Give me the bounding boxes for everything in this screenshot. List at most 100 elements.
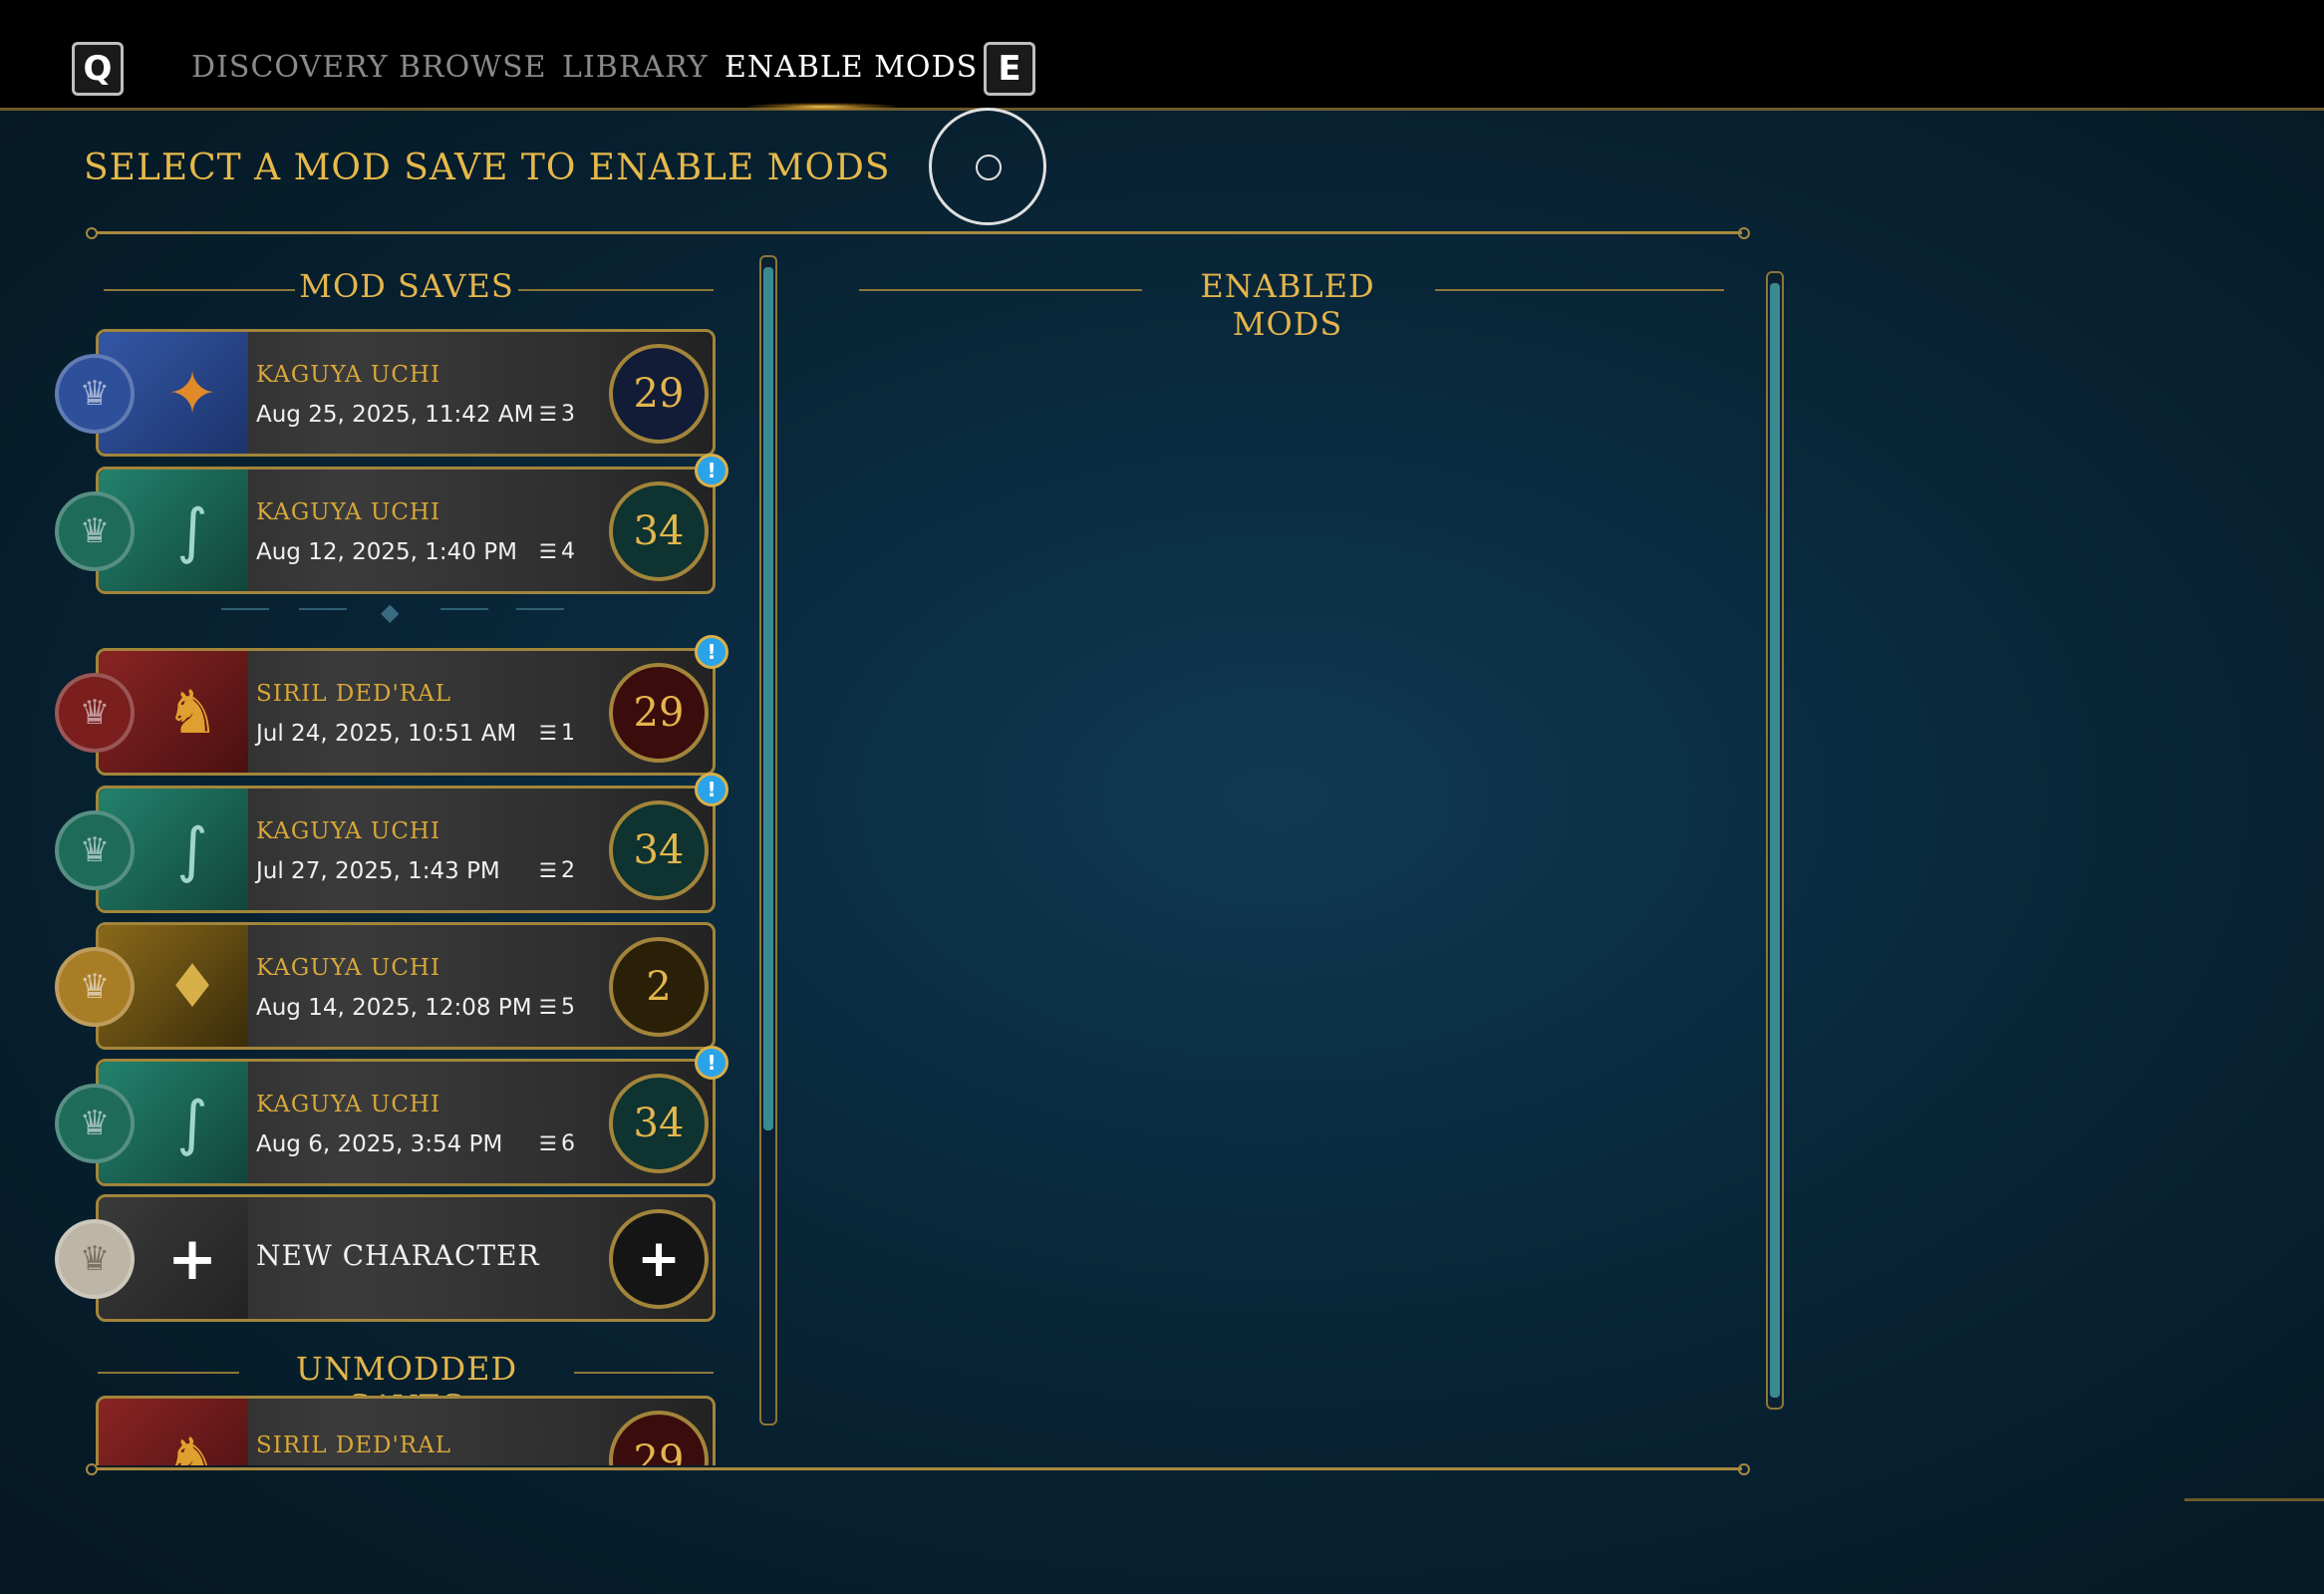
mod-save-card[interactable]: ♛ ♞ SIRIL DED'RAL Jul 24, 2025, 10:51 AM…: [55, 635, 728, 776]
character-level: 29: [609, 1411, 709, 1465]
hufflepuff-crest-icon: ♦: [165, 952, 219, 1022]
slytherin-crest-icon: ∫: [176, 496, 208, 566]
mod-count-value: 5: [560, 995, 575, 1020]
character-name: KAGUYA UCHI: [256, 499, 441, 525]
tab-browse[interactable]: BROWSE: [399, 50, 547, 85]
mod-save-card[interactable]: ♛ ∫ KAGUYA UCHI Aug 6, 2025, 3:54 PM ☰ 6 …: [55, 1046, 728, 1186]
character-level: 29: [609, 663, 709, 763]
unmodded-saves-list: ♞ SIRIL DED'RAL 29: [0, 1396, 757, 1465]
mod-save-card[interactable]: ♛ ✦ KAGUYA UCHI Aug 25, 2025, 11:42 AM ☰…: [55, 329, 716, 457]
gryffindor-crest-icon: ♞: [165, 1426, 219, 1465]
scrollbar-thumb[interactable]: [1770, 283, 1780, 1398]
save-date: Aug 14, 2025, 12:08 PM: [256, 995, 532, 1021]
character-name: KAGUYA UCHI: [256, 955, 441, 981]
mod-count-value: 3: [560, 402, 575, 427]
gryffindor-crest-icon: ♞: [165, 678, 219, 748]
heading-deco-line: [104, 289, 295, 291]
list-icon: ☰: [539, 858, 557, 882]
house-medal-icon: ♛: [55, 491, 135, 571]
mod-count: ☰ 3: [539, 402, 575, 427]
house-medal-icon: ♛: [55, 354, 135, 434]
house-medal-icon: ♛: [55, 673, 135, 753]
heading-deco-line: [518, 289, 714, 291]
character-level: 2: [609, 937, 709, 1037]
plus-icon: +: [609, 1209, 709, 1309]
mod-save-card[interactable]: ♛ ∫ KAGUYA UCHI Aug 12, 2025, 1:40 PM ☰ 4…: [55, 454, 728, 594]
list-icon: ☰: [539, 995, 557, 1019]
page-title: SELECT A MOD SAVE TO ENABLE MODS: [84, 148, 891, 188]
section-divider: [440, 608, 488, 610]
mod-count-value: 1: [560, 721, 575, 746]
tab-library[interactable]: LIBRARY: [562, 50, 709, 85]
character-level: 29: [609, 344, 709, 444]
active-tab-indicator: [747, 103, 897, 111]
slytherin-crest-icon: ∫: [176, 815, 208, 885]
mod-count: ☰ 5: [539, 995, 575, 1020]
slytherin-crest-icon: ∫: [176, 1089, 208, 1158]
character-level: 34: [609, 481, 709, 581]
corner-ornament: [2184, 1498, 2324, 1501]
section-divider: [516, 608, 564, 610]
mod-count-value: 6: [560, 1131, 575, 1156]
mod-count-value: 2: [560, 858, 575, 883]
heading-deco-line: [1435, 289, 1724, 291]
prev-tab-key[interactable]: Q: [72, 42, 124, 96]
mod-save-card[interactable]: ♛ ∫ KAGUYA UCHI Jul 27, 2025, 1:43 PM ☰ 2…: [55, 773, 728, 913]
frame-ornament: [86, 227, 98, 239]
mod-saves-heading: MOD SAVES: [299, 267, 514, 305]
tab-enable-mods[interactable]: ENABLE MODS: [725, 50, 978, 85]
mod-count-value: 4: [560, 539, 575, 564]
mod-count: ☰ 2: [539, 858, 575, 883]
save-date: Jul 24, 2025, 10:51 AM: [256, 721, 517, 747]
mod-count: ☰ 1: [539, 721, 575, 746]
new-character-label: NEW CHARACTER: [256, 1239, 540, 1272]
house-medal-icon: ♛: [55, 810, 135, 890]
ravenclaw-crest-icon: ✦: [166, 359, 218, 429]
plus-icon: +: [166, 1224, 218, 1294]
frame-ornament: [1738, 1463, 1750, 1475]
info-alert-icon: !: [695, 1046, 728, 1080]
list-icon: ☰: [539, 402, 557, 426]
character-name: SIRIL DED'RAL: [256, 1433, 452, 1458]
heading-deco-line: [859, 289, 1142, 291]
new-character-button[interactable]: ♛ + NEW CHARACTER +: [55, 1194, 716, 1322]
character-name: KAGUYA UCHI: [256, 362, 441, 388]
save-date: Aug 12, 2025, 1:40 PM: [256, 539, 517, 565]
character-name: SIRIL DED'RAL: [256, 681, 452, 707]
next-tab-key[interactable]: E: [984, 42, 1035, 96]
mod-save-card[interactable]: ♛ ♦ KAGUYA UCHI Aug 14, 2025, 12:08 PM ☰…: [55, 922, 716, 1050]
house-medal-icon: ♛: [55, 1084, 135, 1163]
info-alert-icon: !: [695, 454, 728, 487]
character-name: KAGUYA UCHI: [256, 1092, 441, 1117]
save-date: Aug 6, 2025, 3:54 PM: [256, 1131, 503, 1157]
neutral-medal-icon: ♛: [55, 1219, 135, 1299]
mod-saves-scrollbar[interactable]: [759, 255, 777, 1426]
list-icon: ☰: [539, 1131, 557, 1155]
list-icon: ☰: [539, 539, 557, 563]
frame-ornament: [1738, 227, 1750, 239]
tab-discovery[interactable]: DISCOVERY: [191, 50, 389, 85]
save-date: Aug 25, 2025, 11:42 AM: [256, 402, 534, 428]
section-divider: [299, 608, 347, 610]
mod-count: ☰ 4: [539, 539, 575, 564]
info-alert-icon: !: [695, 635, 728, 669]
unmodded-save-card[interactable]: ♞ SIRIL DED'RAL 29: [96, 1396, 716, 1465]
character-level: 34: [609, 800, 709, 900]
top-nav-bar: Q DISCOVERY BROWSE LIBRARY ENABLE MODS E: [0, 0, 2324, 111]
list-icon: ☰: [539, 721, 557, 745]
character-level: 34: [609, 1074, 709, 1173]
frame-bottom-border: [96, 1467, 1742, 1470]
scrollbar-thumb[interactable]: [763, 267, 773, 1130]
loading-spinner-icon: [929, 108, 1046, 225]
pin-icon: ◆: [381, 598, 400, 626]
character-name: KAGUYA UCHI: [256, 818, 441, 844]
save-date: Jul 27, 2025, 1:43 PM: [256, 858, 500, 884]
heading-deco-line: [574, 1372, 714, 1374]
mod-count: ☰ 6: [539, 1131, 575, 1156]
enabled-mods-scrollbar[interactable]: [1766, 271, 1784, 1410]
house-medal-icon: ♛: [55, 947, 135, 1027]
heading-deco-line: [98, 1372, 239, 1374]
section-divider: [221, 608, 269, 610]
frame-top-border: [96, 231, 1742, 234]
info-alert-icon: !: [695, 773, 728, 806]
